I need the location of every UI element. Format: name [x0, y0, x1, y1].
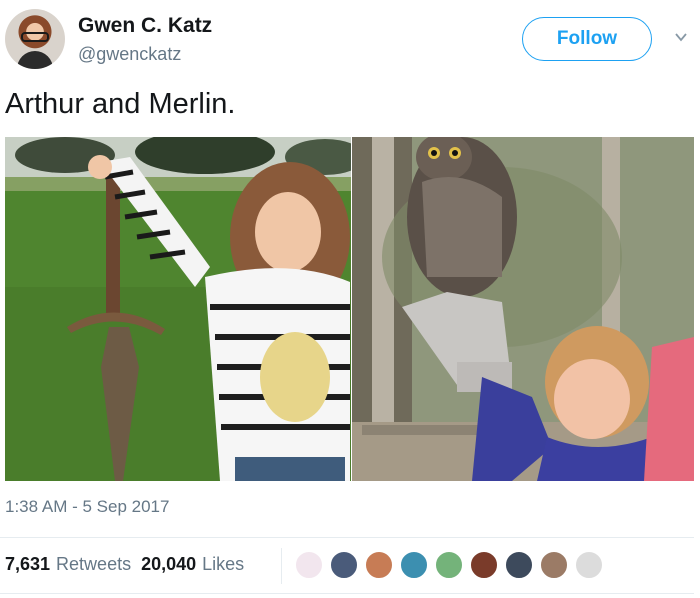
liker-avatar[interactable] [329, 550, 359, 580]
liker-avatar[interactable] [364, 550, 394, 580]
divider [0, 537, 694, 538]
tweet-text: Arthur and Merlin. [5, 88, 236, 120]
chevron-down-icon[interactable] [674, 30, 688, 44]
author-name[interactable]: Gwen C. Katz [78, 14, 212, 38]
tweet-header: Gwen C. Katz @gwenckatz Follow [0, 0, 700, 80]
liker-avatar[interactable] [574, 550, 604, 580]
liker-avatar[interactable] [399, 550, 429, 580]
owl-child-illustration [352, 137, 694, 481]
likes-label: Likes [202, 554, 245, 574]
author-avatar[interactable] [5, 9, 65, 69]
likes-count: 20,040 [141, 554, 197, 574]
glasses-icon [21, 32, 49, 42]
liker-avatar[interactable] [469, 550, 499, 580]
retweets-label: Retweets [56, 554, 132, 574]
divider [0, 593, 694, 594]
tweet-photo-right[interactable] [352, 137, 694, 481]
avatar-body [17, 51, 53, 69]
tweet-photo-left[interactable] [5, 137, 351, 481]
tweet-timestamp[interactable]: 1:38 AM - 5 Sep 2017 [5, 497, 169, 517]
retweets-count: 7,631 [5, 554, 51, 574]
liker-avatar[interactable] [434, 550, 464, 580]
liker-avatar[interactable] [539, 550, 569, 580]
liker-avatar[interactable] [294, 550, 324, 580]
follow-button[interactable]: Follow [522, 17, 652, 61]
retweets-stat[interactable]: 7,631 Retweets [5, 554, 131, 575]
author-handle[interactable]: @gwenckatz [78, 44, 181, 65]
engagement-stats: 7,631 Retweets 20,040 Likes [5, 554, 244, 575]
stats-separator [281, 548, 282, 584]
liker-avatar[interactable] [504, 550, 534, 580]
sword-girl-illustration [5, 137, 351, 481]
likes-stat[interactable]: 20,040 Likes [141, 554, 244, 575]
